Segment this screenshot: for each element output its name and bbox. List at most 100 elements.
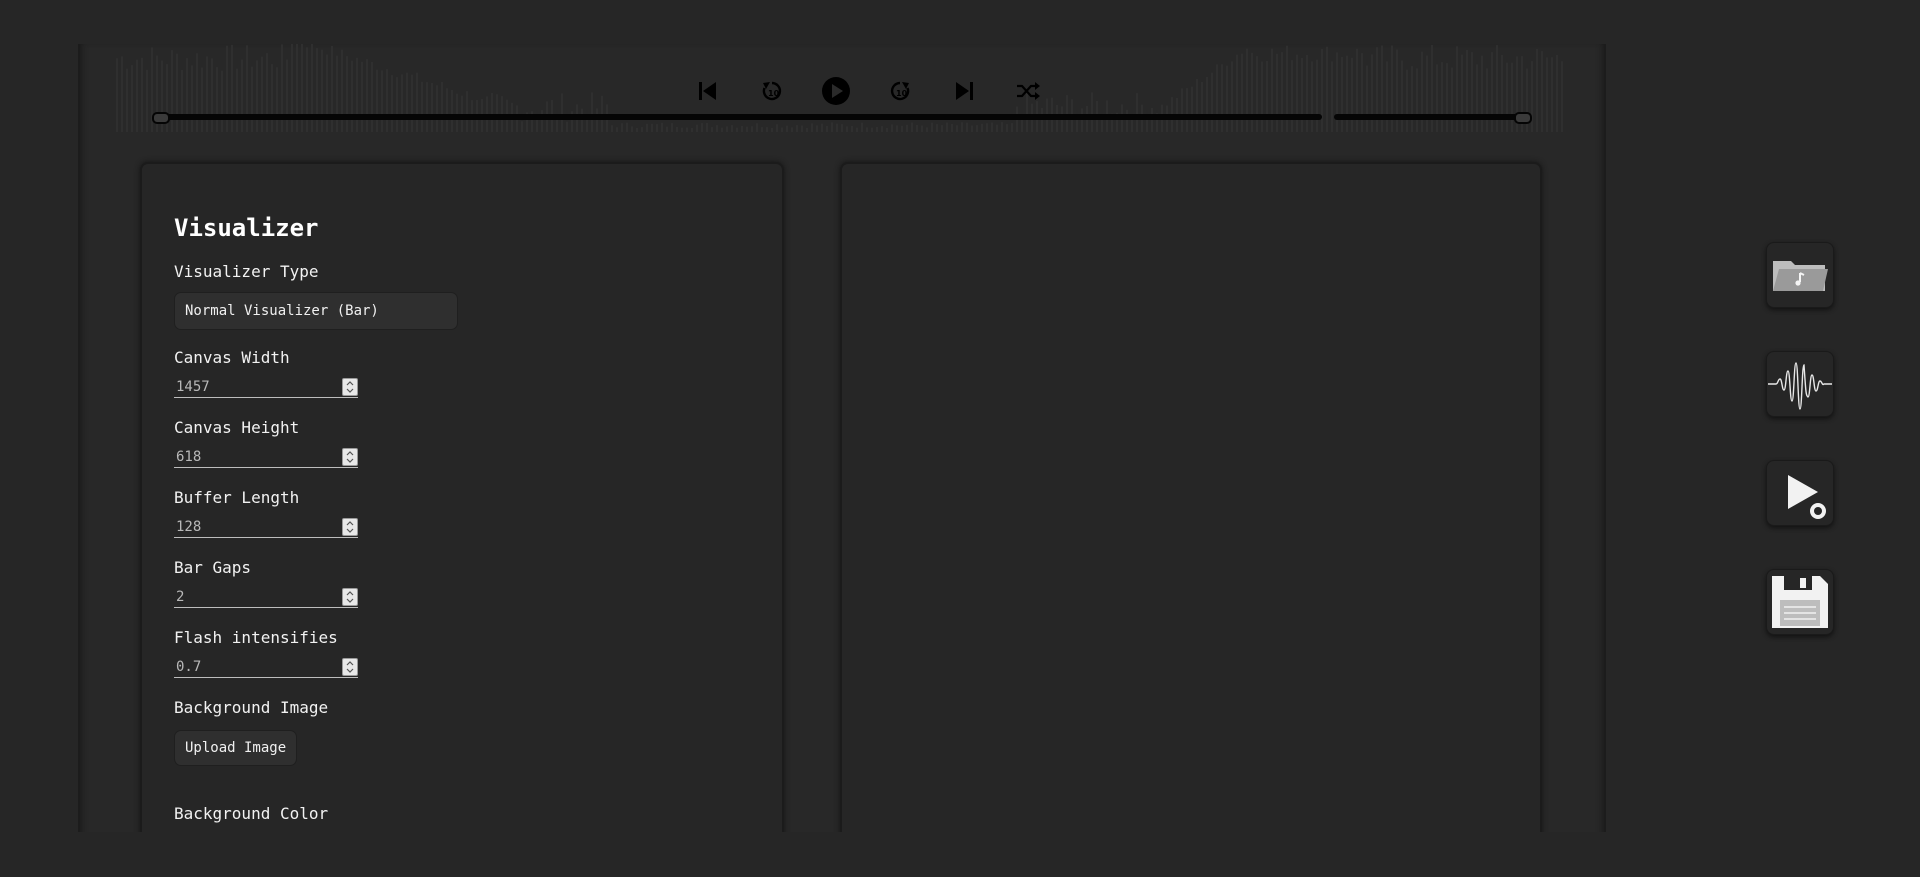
visualizer-bar	[991, 122, 993, 132]
buffer-length-label: Buffer Length	[174, 488, 300, 507]
visualizer-bar	[1306, 54, 1308, 132]
visualizer-bar	[956, 125, 958, 132]
save-button[interactable]	[1766, 569, 1834, 635]
visualizer-bar	[1486, 68, 1488, 132]
visualizer-bar	[1371, 54, 1373, 132]
visualizer-bar	[581, 108, 583, 132]
flash-intensifies-stepper[interactable]	[342, 658, 358, 676]
visualizer-bar	[881, 126, 883, 132]
seek-bar[interactable]	[156, 114, 1322, 120]
visualizer-bar	[866, 127, 868, 132]
canvas-width-stepper[interactable]	[342, 378, 358, 396]
visualizer-bar	[1006, 124, 1008, 132]
upload-image-button[interactable]: Upload Image	[174, 730, 298, 766]
visualizer-bar	[276, 67, 278, 132]
bar-gaps-value: 2	[176, 589, 185, 605]
visualizer-bar	[1406, 69, 1408, 132]
volume-handle[interactable]	[1514, 112, 1532, 124]
visualizer-type-select[interactable]: Normal Visualizer (Bar)	[174, 292, 458, 330]
stepper-arrows-icon	[346, 591, 354, 603]
visualizer-bar	[456, 93, 458, 132]
buffer-length-input[interactable]: 128	[174, 518, 358, 538]
app-page: 10 10 Visualizer Visualizer Type Normal …	[0, 0, 1920, 877]
visualizer-bar	[336, 55, 338, 132]
visualizer-bar	[1291, 60, 1293, 132]
seek-handle[interactable]	[152, 112, 170, 124]
visualizer-bar	[141, 57, 143, 132]
visualizer-bar	[1226, 65, 1228, 132]
visualizer-bar	[186, 58, 188, 132]
visualizer-bar	[251, 66, 253, 132]
visualizer-bar	[931, 122, 933, 132]
bar-gaps-stepper[interactable]	[342, 588, 358, 606]
visualizer-bar	[366, 59, 368, 132]
visualizer-bar	[441, 82, 443, 132]
visualizer-bar	[401, 74, 403, 132]
flash-intensifies-input[interactable]: 0.7	[174, 658, 358, 678]
visualizer-bar	[1321, 48, 1323, 132]
visualizer-bar	[981, 123, 983, 132]
visualizer-bar	[221, 70, 223, 132]
buffer-length-stepper[interactable]	[342, 518, 358, 536]
visualizer-bar	[696, 124, 698, 132]
visualizer-bar	[756, 123, 758, 132]
visualizer-bar	[421, 81, 423, 132]
canvas-width-input[interactable]: 1457	[174, 378, 358, 398]
visualizer-bar	[466, 91, 468, 132]
visualizer-bar	[1316, 59, 1318, 132]
visualizer-bar	[926, 127, 928, 132]
visualizer-bar	[1491, 52, 1493, 132]
visualizer-bar	[901, 125, 903, 132]
canvas-width-value: 1457	[176, 379, 210, 395]
visualizer-bar	[1231, 61, 1233, 132]
bar-gaps-input[interactable]: 2	[174, 588, 358, 608]
visualizer-bar	[381, 70, 383, 132]
visualizer-bar	[766, 127, 768, 132]
visualizer-bar	[841, 124, 843, 132]
canvas-height-stepper[interactable]	[342, 448, 358, 466]
visualizer-bar	[261, 56, 263, 132]
visualizer-bar	[1211, 72, 1213, 132]
visualizer-bar	[121, 56, 123, 132]
audio-waveform-button[interactable]	[1766, 351, 1834, 417]
visualizer-bar	[1546, 57, 1548, 132]
visualizer-bar	[721, 127, 723, 132]
visualizer-bar	[176, 53, 178, 132]
visualizer-bar	[796, 125, 798, 132]
visualizer-bar	[701, 123, 703, 132]
previous-button[interactable]	[676, 76, 740, 106]
visualizer-bar	[1436, 64, 1438, 132]
volume-bar[interactable]	[1334, 114, 1524, 120]
visualizer-bar	[201, 67, 203, 132]
visualizer-bar	[216, 67, 218, 132]
visualizer-bar	[896, 125, 898, 132]
rewind-10-button[interactable]: 10	[740, 76, 804, 106]
visualizer-bar	[1351, 57, 1353, 132]
visualizer-bar	[651, 123, 653, 132]
canvas-height-input[interactable]: 618	[174, 448, 358, 468]
playback-settings-button[interactable]	[1766, 460, 1834, 526]
visualizer-bar	[976, 125, 978, 132]
visualizer-bar	[781, 127, 783, 132]
visualizer-bar	[1136, 93, 1138, 132]
shuffle-button[interactable]	[996, 76, 1060, 106]
visualizer-preview-panel	[840, 162, 1542, 832]
visualizer-bar	[876, 126, 878, 132]
visualizer-bar	[1386, 61, 1388, 132]
play-button[interactable]	[804, 76, 868, 106]
visualizer-bar	[971, 125, 973, 132]
forward-10-button[interactable]: 10	[868, 76, 932, 106]
music-folder-icon	[1773, 261, 1828, 291]
open-music-folder-button[interactable]	[1766, 242, 1834, 308]
visualizer-bar	[1366, 65, 1368, 132]
visualizer-bar	[661, 122, 663, 132]
stepper-arrows-icon	[346, 521, 354, 533]
skip-previous-icon	[699, 82, 716, 100]
visualizer-bar	[236, 68, 238, 132]
visualizer-bar	[1556, 54, 1558, 132]
play-icon	[822, 77, 850, 105]
next-button[interactable]	[932, 76, 996, 106]
visualizer-bar	[1346, 55, 1348, 132]
visualizer-bar	[436, 85, 438, 132]
visualizer-bar	[1206, 76, 1208, 132]
